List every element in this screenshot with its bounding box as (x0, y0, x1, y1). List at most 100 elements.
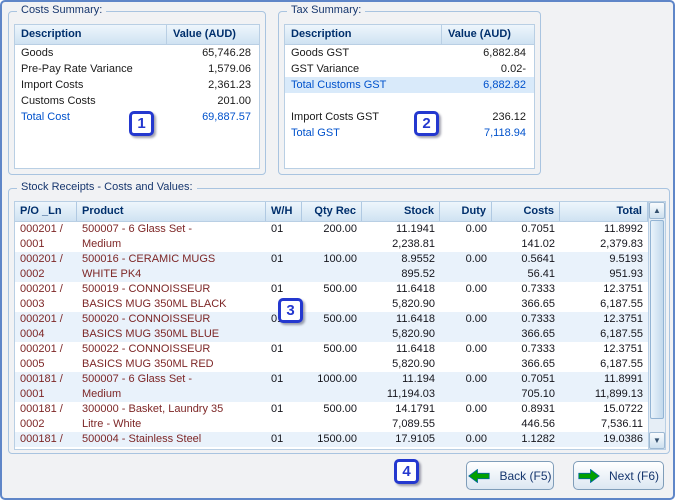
summary-row-label: Goods GST (291, 47, 350, 59)
stock-cell: 200.00 (323, 223, 357, 235)
stock-cell: 000201 / (20, 223, 63, 235)
stock-cell: 500.00 (323, 403, 357, 415)
stock-cell (266, 357, 302, 372)
stock-cell (302, 297, 362, 312)
stock-cell: 0001 (20, 238, 45, 250)
column-header-description: Description (285, 25, 442, 44)
stock-cell: 6,187.55 (600, 358, 643, 370)
summary-row-value: 69,887.57 (202, 111, 251, 123)
stock-cell: 11.8992 (604, 223, 643, 235)
summary-row-value: 6,882.84 (483, 47, 526, 59)
summary-row: GST Variance 0.02- (285, 61, 534, 77)
stock-cell: 141.02 (521, 238, 555, 250)
summary-row-label: Import Costs (21, 79, 84, 91)
stock-row[interactable]: 000181 / 300000 - Basket, Laundry 35 01 500… (15, 402, 648, 417)
costs-summary-title: Costs Summary: (17, 4, 107, 16)
tax-summary-groupbox: Tax Summary: Description Value (AUD) Goo… (278, 4, 541, 175)
scroll-up-icon[interactable]: ▲ (649, 202, 665, 219)
costs-summary-header: Description Value (AUD) (15, 25, 259, 45)
column-header-description: Description (15, 25, 167, 44)
stock-cell (266, 267, 302, 282)
stock-cell: 0.8931 (521, 403, 555, 415)
stock-cell: 000201 / (20, 343, 63, 355)
next-button[interactable]: Next (F6) (573, 461, 664, 490)
stock-cell: 705.10 (521, 388, 555, 400)
column-header-product: Product (77, 202, 266, 221)
stock-cell: 366.65 (521, 358, 555, 370)
summary-row-value: 6,882.82 (483, 79, 526, 91)
scrollbar-thumb[interactable] (650, 220, 664, 419)
stock-cell (302, 267, 362, 282)
stock-cell: BASICS MUG 350ML RED (82, 358, 214, 370)
summary-row-label: Total Customs GST (291, 79, 387, 91)
stock-cell (302, 327, 362, 342)
stock-cell: Medium (82, 388, 122, 400)
stock-cell (302, 387, 362, 402)
column-header-qty-rec: Qty Rec (302, 202, 362, 221)
stock-row[interactable]: 0002 WHITE PK4 895.52 56.41 951.93 (15, 267, 648, 282)
stock-row[interactable]: 0001 Medium 2,238.81 141.02 2,379.83 (15, 237, 648, 252)
back-button[interactable]: Back (F5) (466, 461, 554, 490)
stock-row[interactable]: 0004 BASICS MUG 350ML BLUE 5,820.90 366.65 6… (15, 327, 648, 342)
next-button-label: Next (F6) (608, 468, 659, 483)
tax-summary-header: Description Value (AUD) (285, 25, 534, 45)
column-header-value-aud: Value (AUD) (448, 28, 511, 40)
stock-cell: 0004 (20, 328, 45, 340)
stock-cell (440, 297, 492, 312)
stock-cell: 500007 - 6 Glass Set - (82, 223, 193, 235)
stock-cell: 01 (271, 253, 284, 265)
stock-cell: 0.7333 (521, 313, 555, 325)
stock-cell: 500.00 (323, 343, 357, 355)
stock-cell: 11,194.03 (386, 388, 435, 400)
stock-row[interactable]: 0003 BASICS MUG 350ML BLACK 5,820.90 366.65… (15, 297, 648, 312)
costs-summary-groupbox: Costs Summary: Description Value (AUD) G… (8, 4, 266, 175)
stock-row[interactable]: 000201 /500020 - CONNOISSEUR01500.0011.6… (15, 312, 648, 327)
stock-cell (302, 357, 362, 372)
stock-cell: 000201 / (20, 313, 63, 325)
stock-cell: 0.7051 (521, 373, 555, 385)
stock-row[interactable]: 000201 / 500007 - 6 Glass Set - 01 200.00 11… (15, 222, 648, 237)
stock-cell: 8.9552 (401, 253, 435, 265)
column-header-costs: Costs (492, 202, 560, 221)
summary-row-value: 7,118.94 (483, 127, 526, 139)
stock-row[interactable]: 000201 / 500016 - CERAMIC MUGS 01 100.00 8.9… (15, 252, 648, 267)
stock-cell: 0.5641 (521, 253, 555, 265)
stock-cell: 0.00 (465, 283, 487, 295)
stock-cell: BASICS MUG 350ML BLACK (82, 298, 227, 310)
stock-cell: 0.00 (465, 253, 487, 265)
summary-row: Pre-Pay Rate Variance 1,579.06 (15, 61, 259, 77)
summary-row: Goods GST 6,882.84 (285, 45, 534, 61)
stock-row[interactable]: 000181 / 500004 - Stainless Steel 01 1500.0… (15, 432, 648, 447)
summary-row-label: Pre-Pay Rate Variance (21, 63, 133, 75)
stock-cell: Medium (82, 238, 122, 250)
scroll-down-icon[interactable]: ▼ (649, 432, 665, 449)
summary-row-value: 0.02- (500, 63, 526, 75)
stock-row[interactable]: 0001 Medium 11,194.03 705.10 11,899.13 (15, 387, 648, 402)
vertical-scrollbar[interactable]: ▲ ▼ (648, 202, 665, 449)
stock-row[interactable]: 000201 / 500019 - CONNOISSEUR 01 500.00 11.6… (15, 282, 648, 297)
stock-cell (302, 417, 362, 432)
stock-cell: 01 (271, 283, 284, 295)
tax-summary-rows: Goods GST 6,882.84 GST Variance 0.02- Total … (285, 45, 534, 141)
stock-receipts-title: Stock Receipts - Costs and Values: (17, 181, 197, 193)
stock-row[interactable]: 0002 Litre - White 7,089.55 446.56 7,536.11 (15, 417, 648, 432)
stock-cell: 56.41 (527, 268, 555, 280)
stock-cell: 11.6418 (396, 343, 435, 355)
summary-row-label: GST Variance (291, 63, 360, 75)
tax-summary-table: Description Value (AUD) Goods GST 6,882.8… (284, 24, 535, 169)
stock-cell: 0003 (20, 298, 45, 310)
stock-cell: 0.00 (465, 223, 487, 235)
stock-cell: 366.65 (521, 328, 555, 340)
stock-row[interactable]: 0005 BASICS MUG 350ML RED 5,820.90 366.65 6,… (15, 357, 648, 372)
callout-badge-4: 4 (394, 459, 419, 484)
stock-row[interactable]: 000181 / 500007 - 6 Glass Set - 01 1000.00 1… (15, 372, 648, 387)
stock-row[interactable]: 000201 / 500022 - CONNOISSEUR 01 500.00 11.6… (15, 342, 648, 357)
stock-cell: 0002 (20, 418, 45, 430)
column-header-stock: Stock (362, 202, 440, 221)
stock-cell: 0002 (20, 268, 45, 280)
summary-row-label (285, 93, 442, 109)
stock-cell (266, 327, 302, 342)
stock-cell: 01 (271, 343, 284, 355)
stock-cell: 0.00 (465, 313, 487, 325)
summary-row-value: 2,361.23 (208, 79, 251, 91)
